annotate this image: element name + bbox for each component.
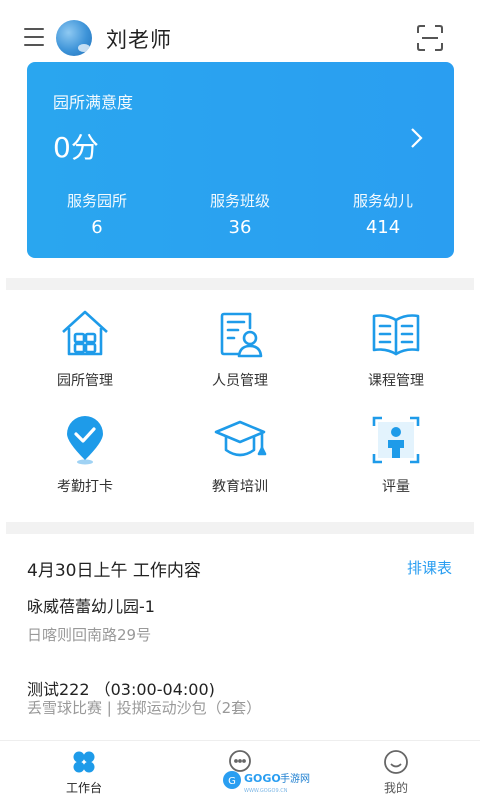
grid-item-education-training[interactable]: 教育培训 (170, 412, 310, 504)
avatar[interactable] (56, 20, 92, 56)
chevron-right-icon[interactable] (406, 125, 426, 151)
grid-item-kindergarten-management[interactable]: 园所管理 (15, 306, 155, 398)
grid-item-staff-management[interactable]: 人员管理 (170, 306, 310, 398)
grid-label: 课程管理 (368, 373, 424, 389)
grid-item-attendance[interactable]: 考勤打卡 (15, 412, 155, 504)
grid-label: 园所管理 (57, 373, 113, 389)
stat-classes: 服务班级 36 (170, 190, 310, 238)
satisfaction-score: 0分 (53, 131, 99, 164)
stat-label: 服务班级 (209, 192, 270, 210)
svg-text:WWW.GOGO9.CN: WWW.GOGO9.CN (244, 788, 288, 794)
svg-text:GOGO: GOGO (244, 772, 281, 785)
person-scan-icon (372, 416, 420, 464)
school-name: 咏威蓓蕾幼儿园-1 (27, 597, 155, 616)
watermark-logo: G GOGO 手游网 WWW.GOGO9.CN (223, 771, 310, 794)
card-title: 园所满意度 (53, 93, 134, 112)
graduation-cap-icon (214, 420, 267, 457)
kindergarten-icon (62, 310, 108, 356)
location-check-icon (67, 416, 103, 465)
stat-value: 414 (365, 217, 401, 238)
grid-item-course-management[interactable]: 课程管理 (326, 306, 466, 398)
stat-value: 6 (91, 217, 103, 238)
event-description: 丢雪球比赛 | 投掷运动沙包（2套） (27, 699, 262, 717)
smile-profile-icon (384, 750, 408, 774)
stat-label: 服务园所 (66, 192, 127, 210)
stat-label: 服务幼儿 (352, 192, 413, 210)
grid-label: 人员管理 (212, 373, 268, 389)
section-divider (6, 522, 474, 534)
schedule-link[interactable]: 排课表 (407, 557, 452, 578)
grid-label: 教育培训 (212, 479, 268, 495)
stat-children: 服务幼儿 414 (313, 190, 453, 238)
svg-text:手游网: 手游网 (280, 772, 310, 785)
top-header: 刘老师 (0, 0, 480, 64)
grid-item-assessment[interactable]: 评量 (326, 412, 466, 504)
schedule-date-title: 4月30日上午 工作内容 (27, 561, 201, 581)
menu-icon[interactable] (24, 28, 46, 48)
stat-value: 36 (228, 217, 252, 238)
tab-label: 我的 (383, 781, 408, 795)
svg-text:G: G (228, 776, 236, 787)
tab-label: 工作台 (65, 781, 102, 795)
section-divider (6, 278, 474, 290)
staff-icon (220, 312, 263, 358)
grid-label: 考勤打卡 (57, 479, 113, 495)
grid-label: 评量 (382, 479, 410, 495)
tab-workbench[interactable]: 工作台 (24, 749, 144, 796)
course-book-icon (372, 314, 420, 356)
tab-profile[interactable]: 我的 (336, 749, 456, 796)
stat-kindergartens: 服务园所 6 (27, 190, 167, 238)
school-address: 日喀则回南路29号 (27, 626, 152, 644)
satisfaction-card[interactable]: 园所满意度 0分 服务园所 6 服务班级 36 服务幼儿 414 (27, 62, 454, 258)
workbench-icon (73, 751, 95, 773)
user-name: 刘老师 (106, 28, 172, 52)
scan-icon[interactable] (416, 24, 444, 52)
